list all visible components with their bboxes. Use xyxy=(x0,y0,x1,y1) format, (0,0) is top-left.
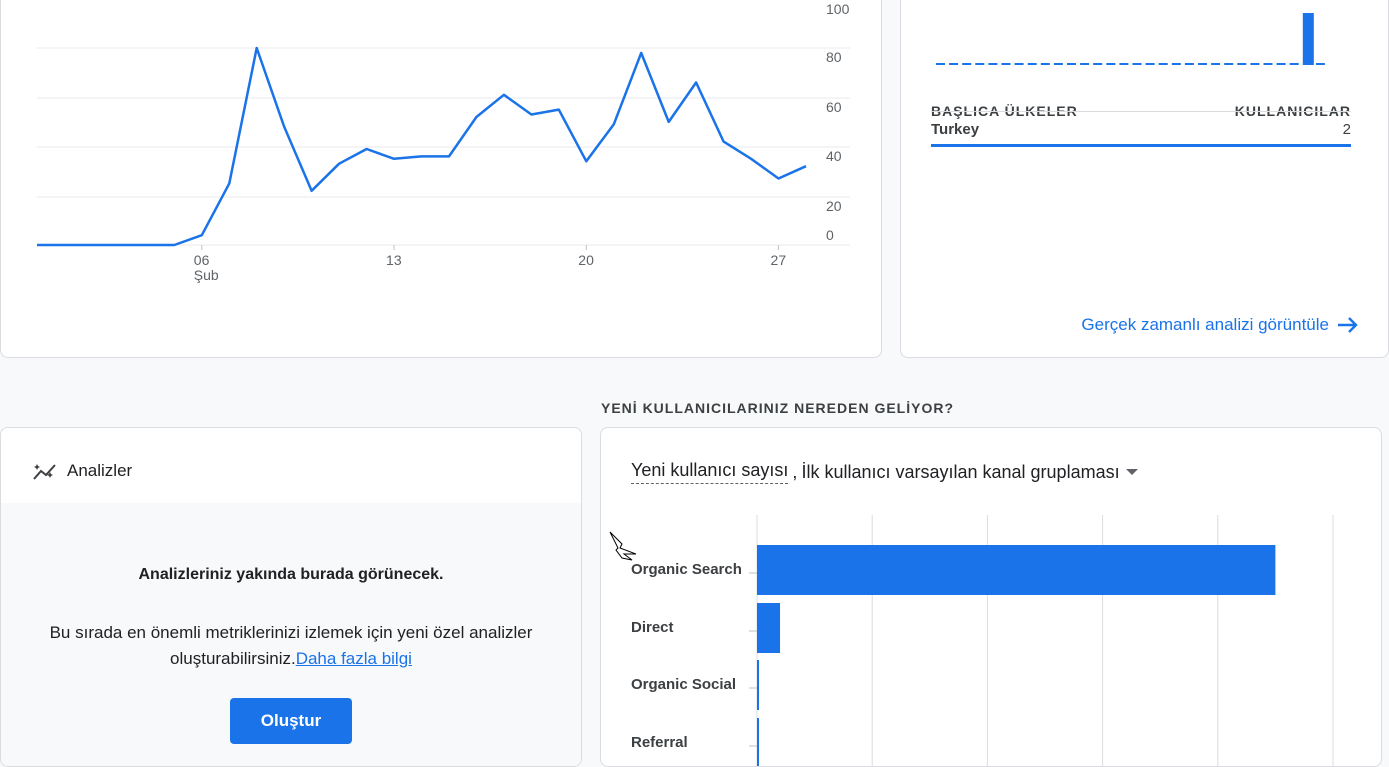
realtime-minute-bar xyxy=(1040,63,1050,65)
realtime-minute-bar xyxy=(936,63,945,65)
realtime-minute-bar xyxy=(1053,63,1063,65)
x-tick-label: 06 xyxy=(193,252,210,268)
realtime-minute-bar xyxy=(1014,63,1024,65)
realtime-minute-bar xyxy=(1158,63,1168,65)
insights-empty-heading: Analizleriniz yakında burada görünecek. xyxy=(138,566,444,583)
realtime-minute-bar xyxy=(1198,63,1207,65)
view-realtime-label: Gerçek zamanlı analizi görüntüle xyxy=(1081,315,1329,334)
insights-header: Analizler xyxy=(1,428,581,503)
view-realtime-link[interactable]: Gerçek zamanlı analizi görüntüle xyxy=(1081,315,1359,335)
realtime-minute-bar xyxy=(1289,63,1299,65)
realtime-minute-bar xyxy=(1315,63,1325,65)
country-share-bar xyxy=(931,144,1351,147)
x-tick-label: 27 xyxy=(770,252,787,268)
x-tick-label: 13 xyxy=(386,252,402,268)
realtime-minute-bar xyxy=(1145,63,1155,65)
insights-trend-icon xyxy=(33,464,56,480)
insights-desc-line1: Bu sırada en önemli metriklerinizi izlem… xyxy=(49,623,533,642)
channel-label: Referral xyxy=(631,734,688,751)
channel-bar xyxy=(757,603,781,653)
arrow-right-icon xyxy=(1338,317,1358,333)
channel-label: Organic Search xyxy=(631,561,742,578)
acquisition-card: Yeni kullanıcı sayısı , İlk kullanıcı va… xyxy=(600,427,1382,767)
insights-desc-line2: oluşturabilirsiniz. xyxy=(170,649,296,668)
realtime-minute-bar xyxy=(1276,63,1286,65)
realtime-minute-bar xyxy=(1132,63,1142,65)
y-tick-label: 0 xyxy=(826,227,834,243)
insights-title: Analizler xyxy=(67,461,133,480)
insights-description: Bu sırada en önemli metriklerinizi izlem… xyxy=(31,620,551,672)
realtime-minute-bar xyxy=(1119,63,1129,65)
realtime-minute-bar xyxy=(988,63,998,65)
realtime-minute-bar xyxy=(1171,63,1181,65)
y-tick-label: 20 xyxy=(826,198,842,214)
realtime-minute-bar xyxy=(949,63,959,65)
realtime-minute-bar xyxy=(962,63,972,65)
country-name: Turkey xyxy=(931,121,980,138)
realtime-minute-chart xyxy=(936,13,1325,65)
realtime-minute-bar xyxy=(1184,63,1194,65)
x-tick-month-label: Şub xyxy=(193,267,219,283)
realtime-minute-bar xyxy=(1093,63,1103,65)
channel-label: Organic Social xyxy=(631,676,737,693)
realtime-minute-bar xyxy=(1001,63,1011,65)
section-title: YENİ KULLANICILARINIZ NEREDEN GELİYOR? xyxy=(601,400,955,416)
realtime-minute-bar xyxy=(1211,63,1221,65)
channel-bar-chart xyxy=(749,515,1334,766)
country-user-count: 2 xyxy=(1342,121,1351,138)
insights-card: Analizler Analizleriniz yakında burada g… xyxy=(0,427,582,767)
realtime-minute-bar xyxy=(975,63,985,65)
realtime-minute-bar xyxy=(1080,63,1090,65)
create-insight-button[interactable]: Oluştur xyxy=(230,698,352,744)
y-tick-label: 40 xyxy=(826,148,842,164)
table-divider xyxy=(931,111,1351,112)
channel-bar xyxy=(757,660,759,710)
realtime-minute-bar xyxy=(1027,63,1037,65)
realtime-minute-bar xyxy=(1263,63,1273,65)
realtime-minute-bar xyxy=(1106,63,1116,65)
channel-label: Direct xyxy=(631,619,674,636)
mouse-cursor-icon xyxy=(609,531,637,561)
realtime-minute-bar xyxy=(1302,13,1314,65)
learn-more-link[interactable]: Daha fazla bilgi xyxy=(296,649,412,668)
x-tick-label: 20 xyxy=(578,252,594,268)
y-tick-label: 60 xyxy=(826,99,842,115)
channel-bar xyxy=(757,545,1276,595)
realtime-minute-bar xyxy=(1237,63,1247,65)
channel-bar xyxy=(757,718,759,766)
realtime-minute-bar xyxy=(1224,63,1234,65)
realtime-minute-bar xyxy=(1250,63,1260,65)
realtime-minute-bar xyxy=(1067,63,1076,65)
